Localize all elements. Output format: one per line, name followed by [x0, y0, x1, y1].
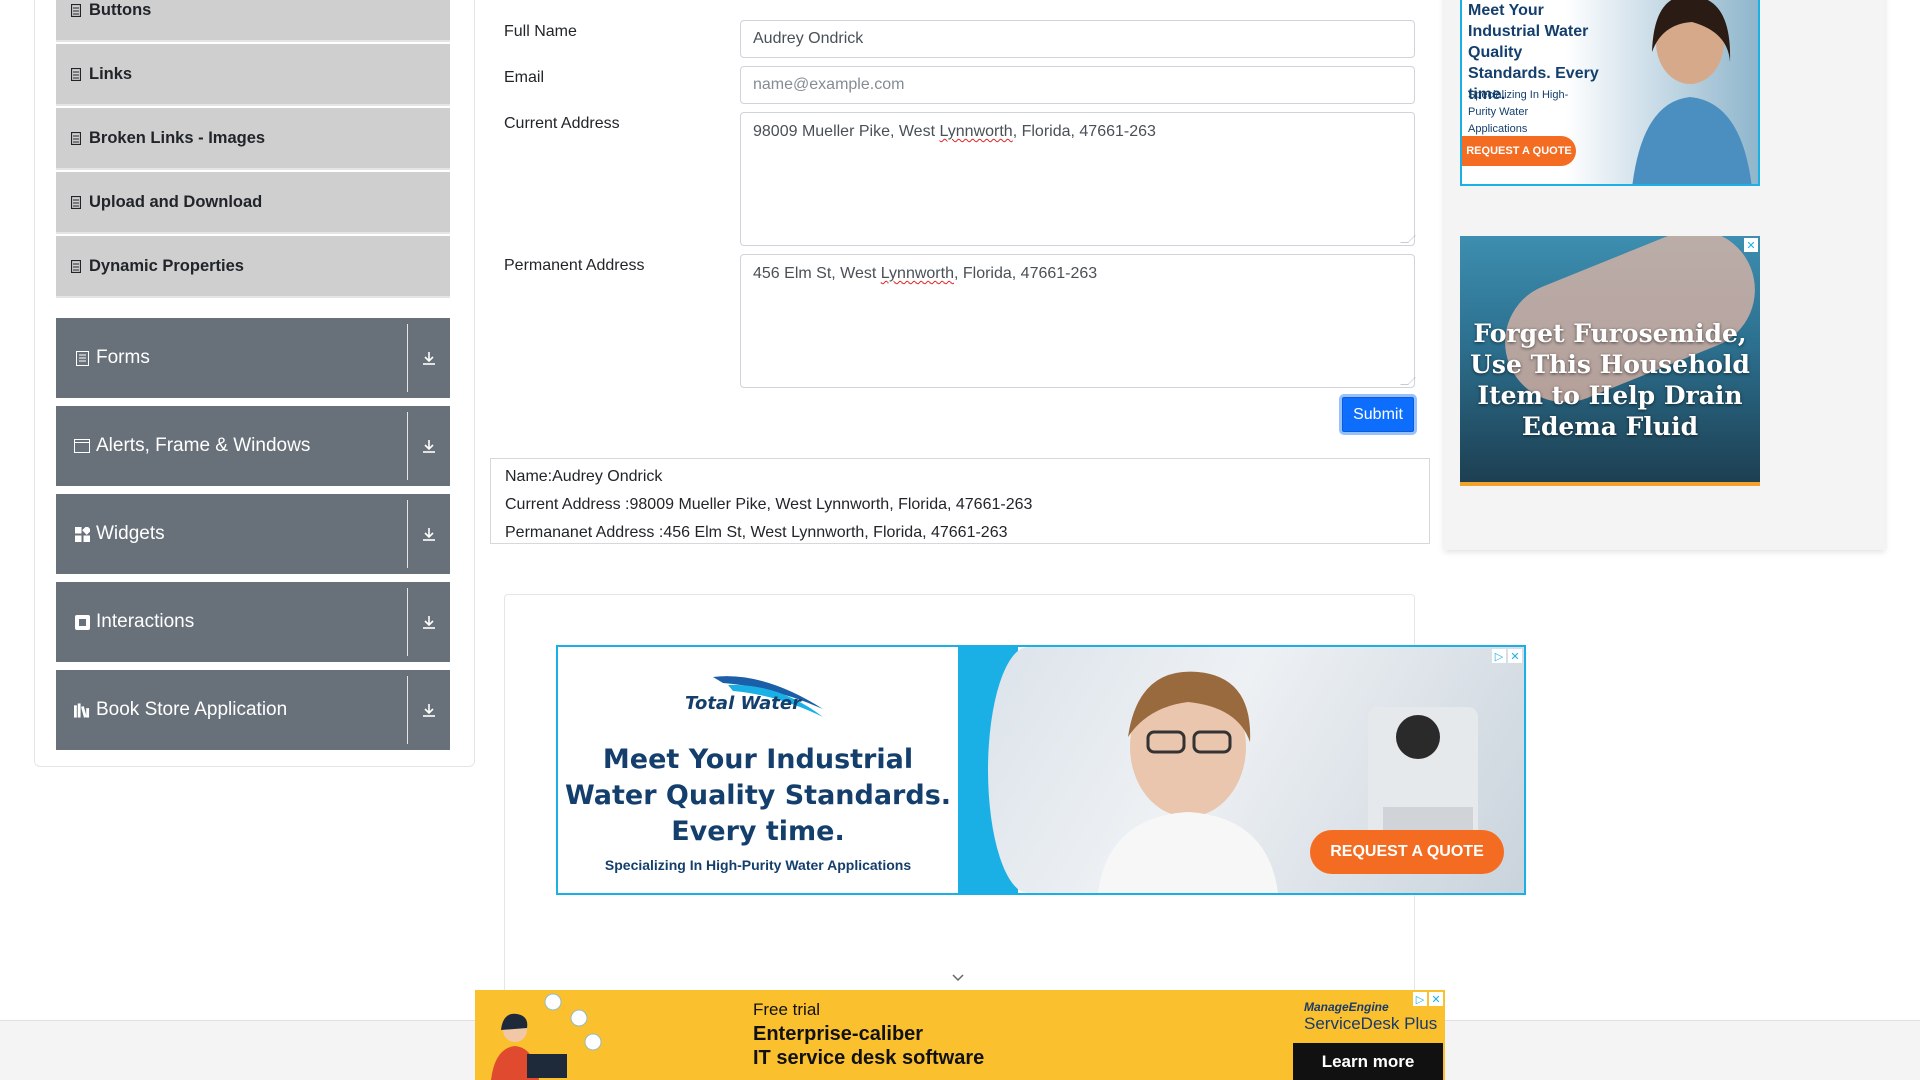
ad-line-1: Free trial	[753, 1000, 821, 1019]
group-label: Book Store Application	[96, 699, 288, 720]
sidebar-item-label: Upload and Download	[89, 192, 263, 211]
ad-brand-main: ServiceDesk Plus	[1304, 1014, 1438, 1033]
permanent-address-textarea[interactable]: 456 Elm St, West Lynnworth, Florida, 476…	[740, 254, 1416, 388]
sidebar-group-widgets[interactable]: Widgets	[56, 494, 450, 574]
sidebar-item-label: Buttons	[89, 0, 152, 19]
sidebar-group-interactions[interactable]: Interactions	[56, 582, 450, 662]
ad-subline: Specializing In High-Purity Water Applic…	[1468, 89, 1569, 135]
close-icon[interactable]: ✕	[1429, 992, 1443, 1006]
download-icon[interactable]	[408, 526, 450, 542]
group-label: Interactions	[96, 611, 195, 632]
resize-handle[interactable]	[1400, 377, 1416, 385]
ad-line-3: IT service desk software	[753, 1047, 985, 1069]
sidebar-item-label: Dynamic Properties	[89, 256, 244, 275]
submit-button[interactable]: Submit	[1339, 394, 1417, 435]
download-icon[interactable]	[408, 438, 450, 454]
email-input[interactable]: name@example.com	[740, 66, 1415, 104]
list-icon	[71, 67, 81, 81]
ad-request-quote-button[interactable]: REQUEST A QUOTE	[1462, 136, 1576, 166]
sidebar-item-label: Broken Links - Images	[89, 128, 266, 147]
svg-text:Total Water: Total Water	[685, 693, 802, 714]
sidebar-item-buttons[interactable]: Buttons	[56, 0, 450, 42]
current-address-textarea[interactable]: 98009 Mueller Pike, West Lynnworth, Flor…	[740, 112, 1416, 246]
download-icon[interactable]	[408, 614, 450, 630]
ad-illustration	[491, 993, 602, 1080]
download-icon[interactable]	[408, 702, 450, 718]
ad-headline: Meet Your Industrial Water Quality Stand…	[564, 744, 952, 847]
permanent-address-label: Permanent Address	[504, 257, 645, 274]
output-name: Name:Audrey Ondrick	[505, 468, 663, 485]
list-icon	[71, 259, 81, 273]
sidebar-item-broken-links[interactable]: Broken Links - Images	[56, 108, 450, 170]
total-water-logo: Total Water	[685, 676, 823, 717]
sidebar-item-upload-download[interactable]: Upload and Download	[56, 172, 450, 234]
ad-choices-icon[interactable]: ▷	[1413, 992, 1427, 1006]
right-top-ad[interactable]: Meet Your Industrial Water Quality Stand…	[1460, 0, 1760, 186]
sidebar-group-book-store[interactable]: Book Store Application	[56, 670, 450, 750]
list-icon	[71, 3, 81, 17]
ad-request-quote-button[interactable]: REQUEST A QUOTE	[1310, 830, 1504, 874]
ad-line-2: Enterprise-caliber	[753, 1023, 924, 1045]
ad-headline: Forget Furosemide, Use This Household It…	[1470, 319, 1750, 441]
left-sidebar: Buttons Links Broken Links - Images Uplo…	[34, 0, 475, 767]
ad-text-panel: Total Water Meet Your Industrial Water Q…	[558, 647, 958, 893]
close-icon[interactable]: ✕	[1744, 238, 1758, 252]
current-address-label: Current Address	[504, 115, 620, 132]
group-label: Alerts, Frame & Windows	[96, 435, 311, 456]
permanent-address-text: 456 Elm St, West Lynnworth, Florida, 476…	[753, 265, 1098, 282]
ad-subline: Specializing In High-Purity Water Applic…	[604, 857, 912, 873]
ad-controls: ▷ ✕	[1492, 649, 1522, 663]
sidebar-group-forms[interactable]: Forms	[56, 318, 450, 398]
interactions-icon	[74, 614, 90, 630]
current-address-text: 98009 Mueller Pike, West Lynnworth, Flor…	[753, 123, 1156, 140]
resize-handle[interactable]	[1400, 235, 1416, 243]
group-label: Widgets	[96, 523, 165, 544]
email-label: Email	[504, 69, 545, 86]
full-name-input[interactable]: Audrey Ondrick	[740, 20, 1415, 58]
ad-photo	[1632, 0, 1752, 184]
sidebar-item-label: Links	[89, 64, 133, 83]
widgets-icon	[74, 526, 90, 542]
bottom-ad-banner[interactable]: Free trial Enterprise-caliber IT service…	[475, 990, 1445, 1080]
ad-learn-more-button[interactable]: Learn more	[1293, 1043, 1443, 1080]
full-name-label: Full Name	[504, 23, 577, 40]
list-icon	[71, 195, 81, 209]
close-icon[interactable]: ✕	[1508, 649, 1522, 663]
ad-controls: ▷ ✕	[1413, 992, 1443, 1006]
sidebar-item-links[interactable]: Links	[56, 44, 450, 106]
output-current-address: Current Address :98009 Mueller Pike, Wes…	[505, 496, 1033, 513]
list-icon	[71, 131, 81, 145]
sidebar-item-dynamic-properties[interactable]: Dynamic Properties	[56, 236, 450, 298]
output-permanent-address: Permananet Address :456 Elm St, West Lyn…	[505, 524, 1008, 541]
sidebar-group-alerts[interactable]: Alerts, Frame & Windows	[56, 406, 450, 486]
window-icon	[74, 438, 90, 454]
group-label: Forms	[96, 347, 150, 368]
chevron-down-icon[interactable]	[950, 970, 966, 986]
center-ad-banner[interactable]: Total Water Meet Your Industrial Water Q…	[556, 645, 1526, 895]
ad-choices-icon[interactable]: ▷	[1492, 649, 1506, 663]
form-icon	[74, 350, 90, 366]
output-box: Name:Audrey Ondrick Current Address :980…	[490, 458, 1430, 544]
right-bottom-ad[interactable]: Forget Furosemide, Use This Household It…	[1460, 236, 1760, 486]
books-icon	[74, 702, 90, 718]
ad-brand-top: ManageEngine	[1304, 1000, 1389, 1014]
download-icon[interactable]	[408, 350, 450, 366]
full-name-value: Audrey Ondrick	[753, 30, 864, 47]
email-placeholder: name@example.com	[753, 76, 905, 93]
page: Buttons Links Broken Links - Images Uplo…	[0, 0, 1920, 1080]
